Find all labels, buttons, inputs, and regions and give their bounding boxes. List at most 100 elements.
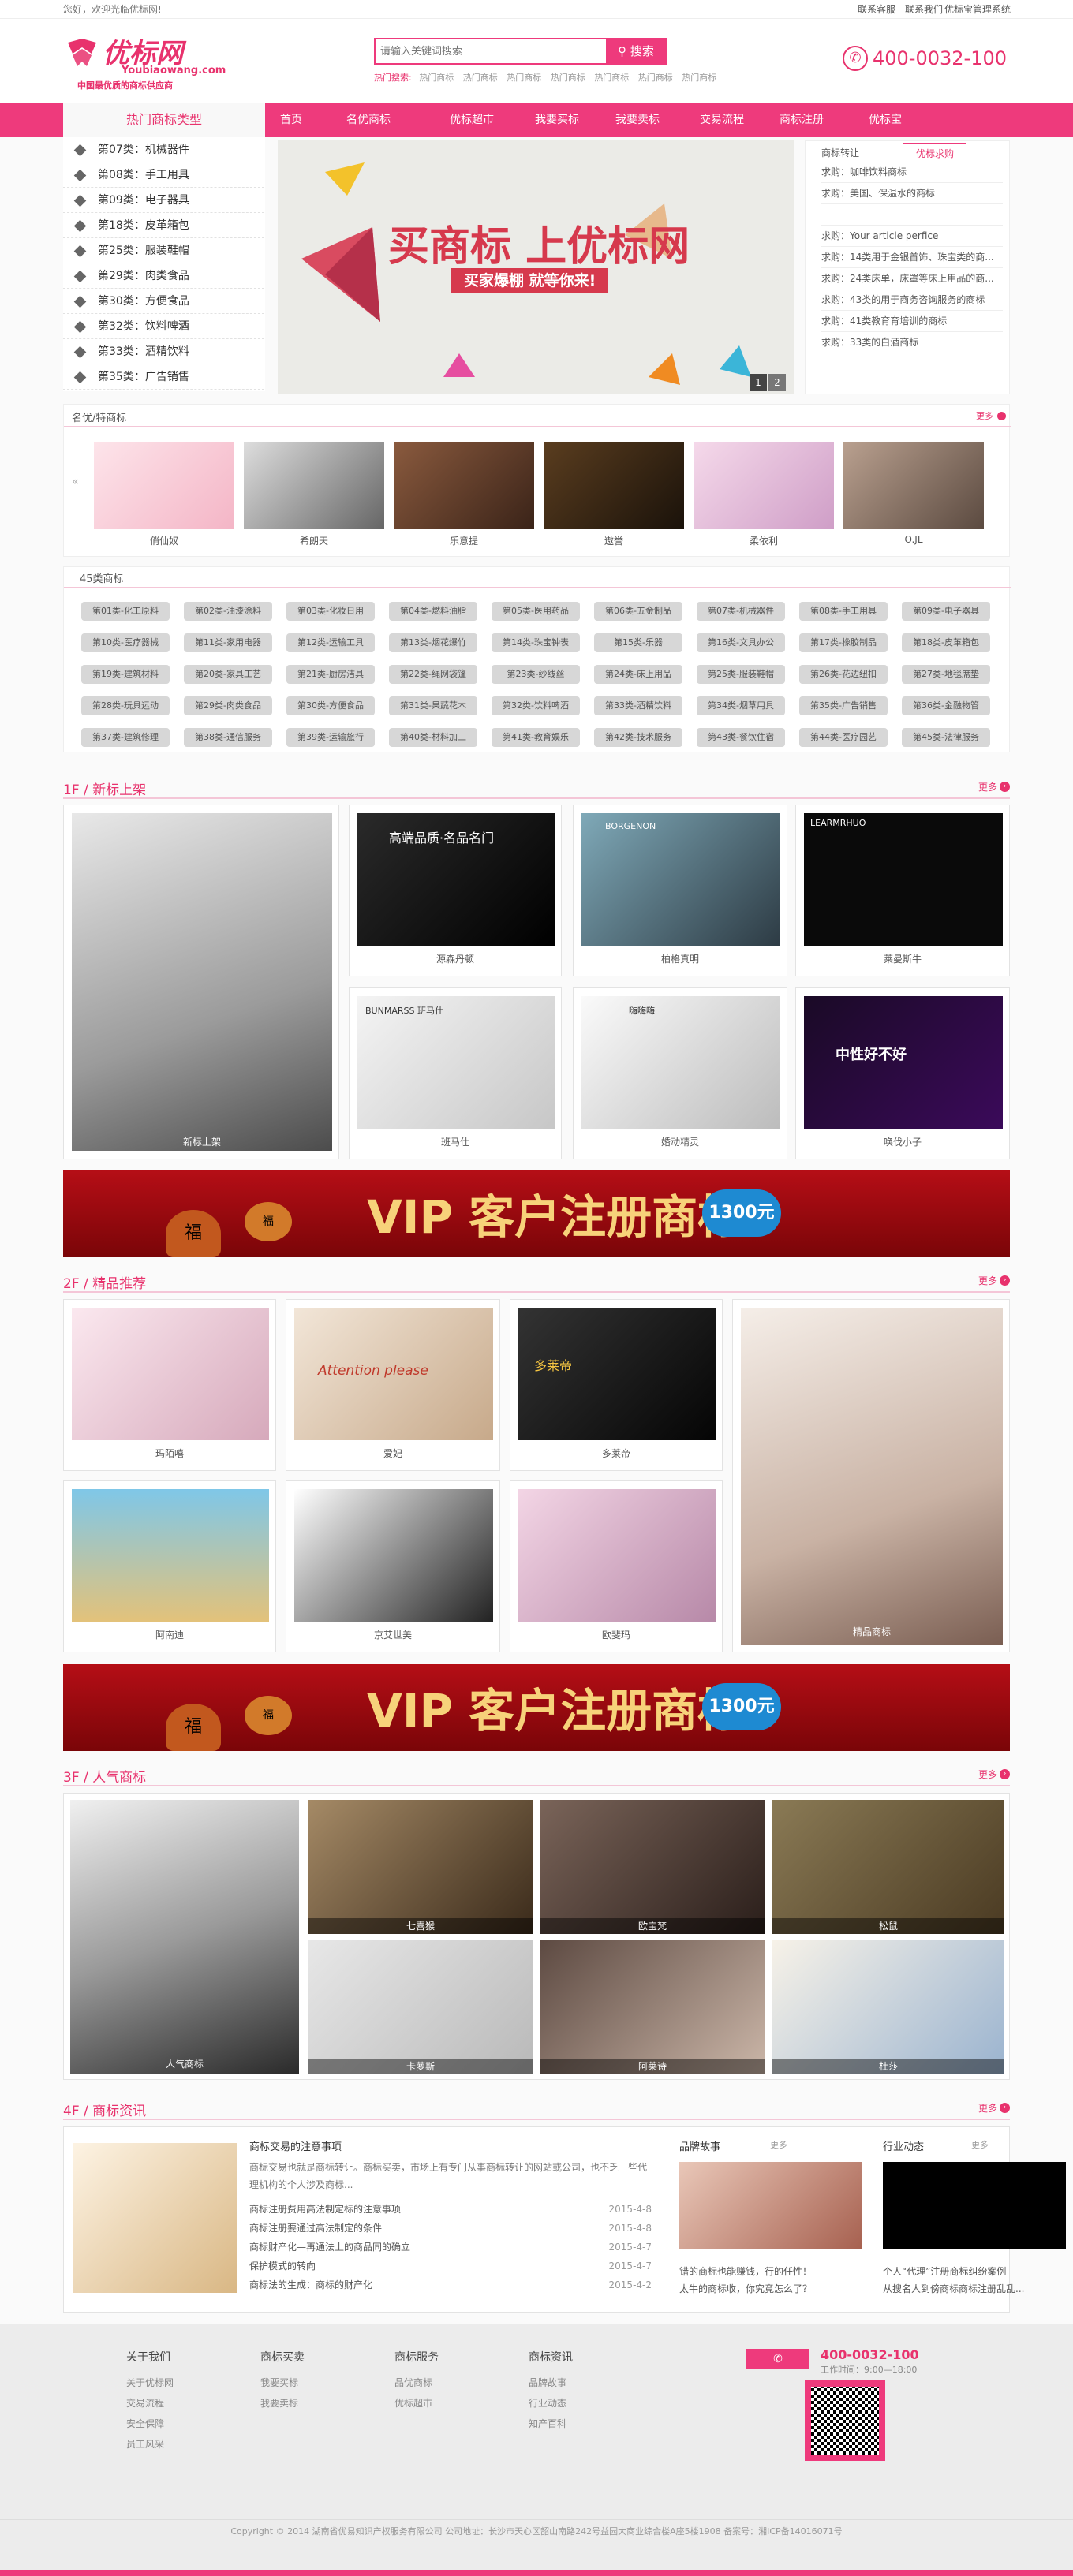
footer-link[interactable]: 交易流程	[126, 2393, 174, 2414]
floor2-card[interactable]: 多莱帝 多莱帝	[510, 1299, 723, 1471]
news-item[interactable]: 求购：咖啡饮料商标	[821, 162, 1003, 183]
class-tag[interactable]: 第21类-厨房洁具	[286, 665, 375, 684]
link-contact[interactable]: 联系我们	[905, 0, 943, 19]
class-tag[interactable]: 第14类-珠宝钟表	[492, 633, 580, 652]
floor2-card[interactable]: 阿南迪	[63, 1480, 276, 1652]
hot-word[interactable]: 热门商标	[682, 73, 716, 83]
class-tag[interactable]: 第45类-法律服务	[902, 728, 990, 747]
floor1-card[interactable]: BORGENON 柏格真明	[573, 805, 787, 976]
class-tag[interactable]: 第12类-运输工具	[286, 633, 375, 652]
floor2-card[interactable]: 欧斐玛	[510, 1480, 723, 1652]
hero-banner[interactable]: 买商标 上优标网 买家爆棚 就等你来! 1 2	[278, 140, 794, 394]
footer-link[interactable]: 员工风采	[126, 2434, 174, 2455]
category-item[interactable]: 第33类：酒精饮料	[63, 339, 264, 364]
list-item[interactable]: 商标财产化—再通法上的商品同的确立 2015-4-7	[249, 2238, 652, 2257]
news-item[interactable]: 求购：14类用于金银首饰、珠宝类的商...	[821, 247, 1003, 268]
class-tag[interactable]: 第23类-纱线丝	[492, 665, 580, 684]
class-tag[interactable]: 第41类-教育娱乐	[492, 728, 580, 747]
news-item[interactable]: 求购：24类床单，床罩等床上用品的商...	[821, 268, 1003, 289]
floor2-card[interactable]: 玛陌嘻	[63, 1299, 276, 1471]
search-input[interactable]	[376, 39, 604, 63]
class-tag[interactable]: 第38类-通信服务	[184, 728, 272, 747]
class-tag[interactable]: 第40类-材料加工	[389, 728, 477, 747]
class-tag[interactable]: 第36类-金融物管	[902, 696, 990, 715]
class-tag[interactable]: 第17类-橡胶制品	[799, 633, 888, 652]
vip-banner[interactable]: 福 福 VIP 客户注册商标 1300元	[63, 1664, 1010, 1751]
footer-link[interactable]: 我要卖标	[260, 2393, 305, 2414]
nav-buy[interactable]: 我要买标	[535, 103, 579, 137]
floor1-card[interactable]: BUNMARSS 班马仕 班马仕	[349, 987, 562, 1159]
scroll-left-icon[interactable]: «	[72, 476, 79, 488]
class-tag[interactable]: 第20类-家具工艺	[184, 665, 272, 684]
news-item[interactable]: 求购：33类的白酒商标	[821, 332, 1003, 353]
nav-sell[interactable]: 我要卖标	[615, 103, 660, 137]
class-tag[interactable]: 第26类-花边纽扣	[799, 665, 888, 684]
floor1-card[interactable]: LEARMRHUO 莱曼斯牛	[795, 805, 1010, 976]
class-tag[interactable]: 第02类-油漆涂料	[184, 602, 272, 621]
category-item[interactable]: 第35类：广告销售	[63, 364, 264, 390]
class-tag[interactable]: 第29类-肉类食品	[184, 696, 272, 715]
search-button[interactable]: ⚲ 搜索	[606, 39, 666, 63]
news-item[interactable]	[821, 204, 1003, 226]
nav-home[interactable]: 首页	[280, 103, 302, 137]
famous-image[interactable]	[694, 442, 834, 529]
floor1-big-card[interactable]: 新标上架	[63, 805, 339, 1159]
vip-banner[interactable]: 福 福 VIP 客户注册商标 1300元	[63, 1170, 1010, 1257]
class-tag[interactable]: 第18类-皮革箱包	[902, 633, 990, 652]
famous-caption[interactable]: 乐意提	[394, 534, 534, 547]
story-more-link[interactable]: 更多	[770, 2138, 787, 2151]
footer-link[interactable]: 品优商标	[394, 2373, 439, 2393]
class-tag[interactable]: 第10类-医疗器械	[81, 633, 170, 652]
footer-link[interactable]: 知产百科	[529, 2414, 573, 2434]
famous-caption[interactable]: O.JL	[843, 534, 984, 545]
famous-caption[interactable]: 遨誉	[544, 534, 684, 547]
floor3-more-link[interactable]: 更多	[978, 1768, 997, 1781]
footer-link[interactable]: 安全保障	[126, 2414, 174, 2434]
floor3-image[interactable]	[540, 1800, 765, 1934]
class-tag[interactable]: 第39类-运输旅行	[286, 728, 375, 747]
famous-image[interactable]	[244, 442, 384, 529]
category-item[interactable]: 第09类：电子器具	[63, 188, 264, 213]
class-tag[interactable]: 第42类-技术服务	[594, 728, 682, 747]
hot-word[interactable]: 热门商标	[463, 73, 498, 83]
category-item[interactable]: 第08类：手工用具	[63, 162, 264, 188]
famous-image[interactable]	[843, 442, 984, 529]
floor3-image[interactable]	[772, 1940, 1004, 2074]
category-item[interactable]: 第30类：方便食品	[63, 289, 264, 314]
class-tag[interactable]: 第37类-建筑修理	[81, 728, 170, 747]
class-tag[interactable]: 第04类-燃料油脂	[389, 602, 477, 621]
floor3-big-image[interactable]	[70, 1800, 299, 2074]
class-tag[interactable]: 第32类-饮料啤酒	[492, 696, 580, 715]
class-tag[interactable]: 第05类-医用药品	[492, 602, 580, 621]
tab-transfer[interactable]: 商标转让	[821, 146, 859, 159]
news-item[interactable]: 求购：美国、保温水的商标	[821, 183, 1003, 204]
list-item[interactable]: 错的商标也能赚钱，行的任性！	[679, 2263, 862, 2280]
news-item[interactable]: 求购：43类的用于商务咨询服务的商标	[821, 289, 1003, 311]
class-tag[interactable]: 第11类-家用电器	[184, 633, 272, 652]
story-image[interactable]	[679, 2162, 862, 2249]
class-tag[interactable]: 第44类-医疗园艺	[799, 728, 888, 747]
nav-market[interactable]: 优标超市	[450, 103, 494, 137]
industry-more-link[interactable]: 更多	[971, 2138, 989, 2151]
famous-more-link[interactable]: 更多	[976, 409, 993, 422]
class-tag[interactable]: 第08类-手工用具	[799, 602, 888, 621]
floor2-big-card[interactable]: 精品商标	[732, 1299, 1010, 1652]
class-tag[interactable]: 第15类-乐器	[594, 633, 682, 652]
class-tag[interactable]: 第27类-地毯席垫	[902, 665, 990, 684]
class-tag[interactable]: 第16类-文具办公	[697, 633, 785, 652]
floor1-more-link[interactable]: 更多	[978, 780, 997, 793]
hot-word[interactable]: 热门商标	[594, 73, 629, 83]
nav-ybb[interactable]: 优标宝	[869, 103, 902, 137]
category-item[interactable]: 第07类：机械器件	[63, 137, 264, 162]
class-tag[interactable]: 第33类-酒精饮料	[594, 696, 682, 715]
class-tag[interactable]: 第19类-建筑材料	[81, 665, 170, 684]
industry-image[interactable]	[883, 2162, 1066, 2249]
floor4-main-title[interactable]: 商标交易的注意事项	[249, 2138, 342, 2153]
floor4-more-link[interactable]: 更多	[978, 2101, 997, 2115]
hot-word[interactable]: 热门商标	[419, 73, 454, 83]
class-tag[interactable]: 第35类-广告销售	[799, 696, 888, 715]
banner-page-1[interactable]: 1	[750, 374, 767, 391]
class-tag[interactable]: 第24类-床上用品	[594, 665, 682, 684]
news-item[interactable]: 求购：Your article perfice	[821, 226, 1003, 247]
famous-image[interactable]	[394, 442, 534, 529]
